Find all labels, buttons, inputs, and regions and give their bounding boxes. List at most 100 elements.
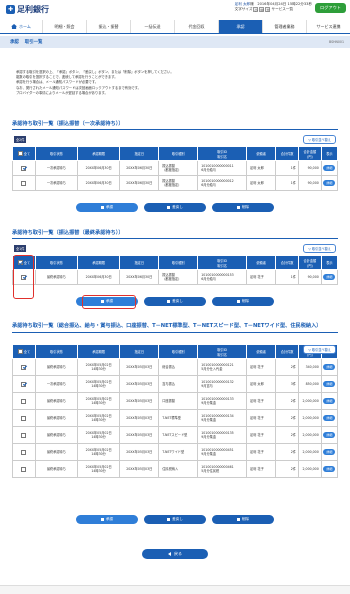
approve-button[interactable]: 承認 — [76, 203, 138, 212]
row-checkbox[interactable] — [21, 364, 27, 370]
count-cell: 2件 — [275, 392, 299, 410]
home-icon — [11, 24, 18, 29]
reject-button[interactable]: 差戻し — [144, 297, 206, 306]
amount-cell: 90,000 — [298, 269, 322, 285]
nav-home-label: ホーム — [19, 23, 31, 29]
back-label: 戻る — [174, 551, 182, 556]
nav-item-collection[interactable]: 代金回収 — [174, 20, 218, 33]
row-checkbox[interactable] — [21, 381, 27, 387]
detail-button[interactable]: 詳細 — [323, 164, 336, 171]
column-header: 取引種別 — [158, 344, 199, 359]
deadline-cell: 20XX年05月02日 14時30分 — [76, 443, 121, 461]
section-title: 承認待ち取引一覧（振込振替（一次承認待ち）） — [12, 120, 338, 130]
last-login: 2016年04月24日 15時22分33秒 — [257, 2, 313, 6]
detail-button[interactable]: 詳細 — [323, 380, 336, 387]
service-list-link[interactable]: サービス一覧 — [271, 7, 293, 12]
row-checkbox[interactable] — [21, 398, 27, 404]
approve-label: 承認 — [105, 517, 114, 521]
row-checkbox[interactable] — [21, 466, 27, 472]
row-checkbox[interactable] — [21, 180, 27, 186]
row-select-cell — [12, 409, 36, 427]
deadline-cell: 20XX年05月02日 14時30分 — [76, 409, 121, 427]
detail-button[interactable]: 詳細 — [323, 273, 336, 280]
back-button[interactable]: 戻る — [142, 549, 208, 559]
nav-home[interactable]: ホーム — [0, 20, 42, 33]
delete-button[interactable]: 削除 — [212, 515, 274, 524]
detail-button[interactable]: 詳細 — [323, 414, 336, 421]
table-row: 最終承認待ち 20XX年05月02日 14時30分 20XX年05月03日 口座… — [12, 392, 339, 410]
table-header-row: 全て取引状態承認期限指定日取引種別取引ID 取引名依頼者合計件数合計金額 (円)… — [12, 344, 339, 359]
row-checkbox[interactable] — [21, 449, 27, 455]
transaction-id-cell: 1010010000000121 5月分仕入代金 — [197, 358, 247, 376]
deadline-cell: 20XX年06月30日 — [76, 160, 121, 176]
status-cell: 一次承認待ち — [34, 160, 79, 176]
delete-label: 削除 — [241, 517, 250, 521]
column-header: 指定日 — [119, 344, 160, 359]
amount-cell: 90,000 — [298, 175, 322, 191]
font-large-button[interactable]: 大 — [265, 7, 271, 12]
deadline-cell: 20XX年05月02日 14時30分 — [76, 392, 121, 410]
detail-button[interactable]: 詳細 — [323, 179, 336, 186]
column-header: 依頼者 — [245, 146, 277, 161]
detail-cell: 詳細 — [320, 443, 339, 461]
nav-item-bulk[interactable]: 一括伝送 — [130, 20, 174, 33]
requester-cell: 足利 花子 — [245, 426, 277, 444]
record-count: 全2件 — [14, 136, 27, 143]
approve-label: 承認 — [105, 205, 114, 209]
row-checkbox[interactable] — [21, 432, 27, 438]
font-mid-button[interactable]: 中 — [259, 7, 265, 12]
select-all-checkbox[interactable] — [17, 151, 23, 156]
select-all-checkbox[interactable] — [17, 349, 23, 354]
count-cell: 2件 — [275, 460, 299, 478]
reject-button[interactable]: 差戻し — [144, 203, 206, 212]
bank-name: 足利銀行 — [17, 5, 49, 14]
column-header: 取引状態 — [34, 146, 79, 161]
row-checkbox[interactable] — [21, 165, 27, 171]
table-row: 一次承認待ち 20XX年05月02日 14時30分 20XX年05月03日 賞与… — [12, 375, 339, 393]
delete-icon — [236, 205, 240, 210]
column-header: 合計金額 (円) — [298, 255, 322, 270]
nav-item-admin[interactable]: 管理者業務 — [262, 20, 306, 33]
date-cell: 20XX年05月03日 — [119, 443, 160, 461]
sort-button[interactable]: ▽ 取引並べ替え — [303, 345, 336, 354]
delete-button[interactable]: 削除 — [212, 203, 274, 212]
type-cell: 振込振替 （都度指定） — [158, 160, 199, 176]
column-header: 指定日 — [119, 146, 160, 161]
logout-button[interactable]: ログアウト — [315, 3, 346, 13]
deadline-cell: 20XX年06月30日 — [76, 175, 121, 191]
delete-button[interactable]: 削除 — [212, 297, 274, 306]
approval-table: 全て取引状態承認期限指定日取引種別取引ID 取引名依頼者合計件数合計金額 (円)… — [12, 344, 339, 478]
column-header: 合計金額 (円) — [298, 146, 322, 161]
amount-cell: 90,000 — [298, 160, 322, 176]
detail-button[interactable]: 詳細 — [323, 397, 336, 404]
instruction-line: ブロバイダーの事情によりメールが遅延する場合があります。 — [16, 90, 108, 95]
sort-button[interactable]: ▽ 取引並べ替え — [303, 135, 336, 144]
detail-button[interactable]: 詳細 — [323, 465, 336, 472]
footer — [0, 585, 350, 594]
font-small-button[interactable]: 小 — [253, 7, 259, 12]
date-cell: 20XX年05月03日 — [119, 409, 160, 427]
nav-item-transfer[interactable]: 振込・振替 — [86, 20, 130, 33]
reject-button[interactable]: 差戻し — [144, 515, 206, 524]
detail-button[interactable]: 詳細 — [323, 363, 336, 370]
deadline-cell: 20XX年05月02日 14時30分 — [76, 426, 121, 444]
count-cell: 1件 — [275, 175, 299, 191]
status-cell: 最終承認待ち — [34, 358, 79, 376]
detail-button[interactable]: 詳細 — [323, 448, 336, 455]
nav-item-approval[interactable]: 承認 — [218, 20, 262, 33]
sort-button[interactable]: ▽ 取引並べ替え — [303, 244, 336, 253]
transaction-id-cell: 1010010000000134 9月分集金 — [197, 409, 247, 427]
detail-button[interactable]: 詳細 — [323, 431, 336, 438]
table-header-row: 全て取引状態承認期限指定日取引種別取引ID 取引名依頼者合計件数合計金額 (円)… — [12, 255, 339, 270]
bank-logo[interactable]: ✚ 足利銀行 — [6, 4, 49, 15]
delete-label: 削除 — [241, 205, 250, 209]
status-cell: 最終承認待ち — [34, 269, 79, 285]
select-all-label: 全て — [23, 350, 31, 354]
row-checkbox[interactable] — [21, 415, 27, 421]
approve-button[interactable]: 承認 — [76, 515, 138, 524]
deadline-cell: 20XX年05月02日 14時30分 — [76, 375, 121, 393]
nav-item-statements[interactable]: 明細・照会 — [42, 20, 86, 33]
bank-logo-icon: ✚ — [6, 5, 15, 14]
nav-item-service[interactable]: サービス連携 — [306, 20, 350, 33]
date-cell: 20XX年05月03日 — [119, 460, 160, 478]
